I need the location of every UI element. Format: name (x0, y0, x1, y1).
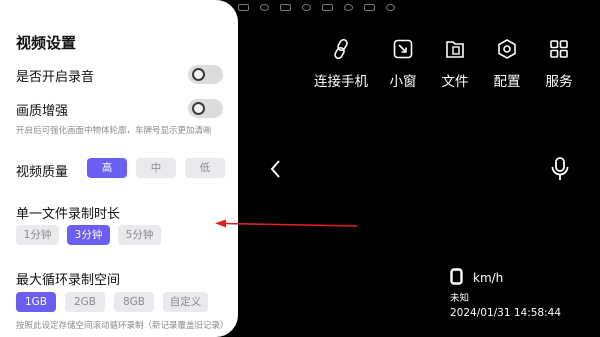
quality-label: 视频质量 (16, 165, 69, 180)
camera-icon (322, 4, 333, 11)
quality-high-option[interactable]: 高 (87, 158, 127, 178)
quality-options: 高 中 低 (87, 158, 225, 178)
duration-options: 1分钟 3分钟 5分钟 (16, 225, 161, 245)
space-2gb-option[interactable]: 2GB (65, 292, 105, 312)
duration-5min-option[interactable]: 5分钟 (118, 225, 161, 245)
map-icon (260, 4, 269, 11)
menu-mini-window[interactable]: 小窗 (388, 38, 418, 90)
chevron-left-icon (270, 160, 280, 178)
enhance-hint: 开启后可强化画面中物体轮廓，车牌号显示更加清晰 (16, 126, 212, 136)
space-custom-option[interactable]: 自定义 (163, 292, 208, 312)
mic-icon (344, 4, 353, 11)
menu-files[interactable]: 文件 (440, 38, 470, 90)
record-icon (364, 4, 375, 11)
space-hint: 按照此设定存储空间滚动循环录制（新记录覆盖旧记录） (16, 321, 229, 331)
back-button[interactable] (268, 158, 284, 184)
mini-window-icon (393, 39, 413, 59)
quality-low-option[interactable]: 低 (185, 158, 225, 178)
datetime-text: 2024/01/31 14:58:44 (450, 307, 562, 319)
signal-icon (238, 4, 249, 11)
menu-label: 服务 (545, 74, 573, 90)
status-bar (238, 4, 395, 11)
speed-digit (450, 268, 463, 285)
microphone-icon (551, 157, 569, 180)
file-icon (446, 41, 464, 58)
enhance-label: 画质增强 (16, 104, 69, 119)
space-1gb-option[interactable]: 1GB (16, 292, 56, 312)
menu-label: 配置 (493, 74, 521, 90)
bluetooth-icon (386, 4, 395, 11)
sim-icon (302, 4, 311, 11)
speed-value (450, 268, 463, 289)
menu-label: 文件 (441, 74, 469, 90)
quality-medium-option[interactable]: 中 (136, 158, 176, 178)
duration-3min-option[interactable]: 3分钟 (67, 225, 110, 245)
wifi-icon (280, 4, 291, 11)
duration-label: 单一文件录制时长 (16, 207, 121, 222)
grid-icon (550, 40, 568, 58)
menu-label: 小窗 (389, 74, 417, 90)
location-text: 未知 (450, 293, 470, 304)
voice-button[interactable] (550, 156, 570, 186)
link-icon (334, 38, 348, 60)
settings-icon (498, 39, 516, 59)
space-8gb-option[interactable]: 8GB (114, 292, 154, 312)
main-menu: 连接手机 小窗 文件 配置 服务 (0, 38, 600, 98)
menu-config[interactable]: 配置 (492, 38, 522, 90)
menu-services[interactable]: 服务 (544, 38, 574, 90)
enhance-toggle[interactable] (188, 99, 223, 118)
menu-label: 连接手机 (314, 74, 368, 90)
menu-connect-phone[interactable]: 连接手机 (314, 38, 368, 90)
space-label: 最大循环录制空间 (16, 273, 121, 288)
toggle-knob (192, 102, 205, 115)
space-options: 1GB 2GB 8GB 自定义 (16, 292, 208, 312)
speed-unit: km/h (473, 271, 504, 285)
duration-1min-option[interactable]: 1分钟 (16, 225, 59, 245)
